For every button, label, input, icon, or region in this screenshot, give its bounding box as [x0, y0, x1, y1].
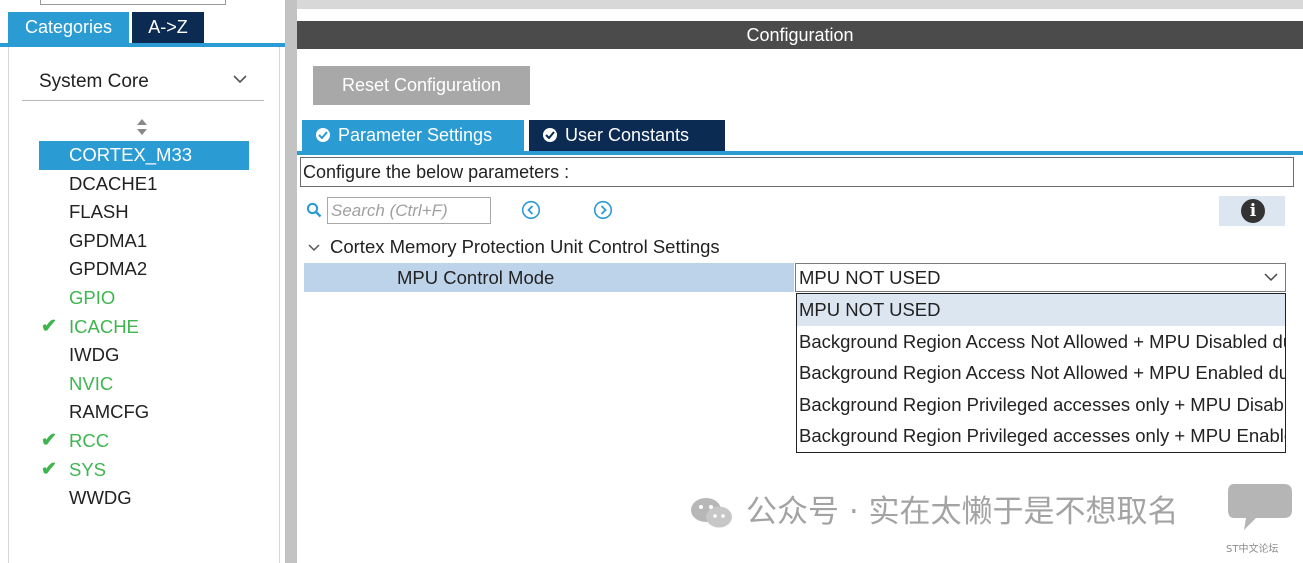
peripheral-label: CORTEX_M33 [69, 144, 193, 165]
peripheral-item[interactable]: ✔ RCC [39, 427, 249, 456]
peripheral-label: RCC [69, 429, 110, 451]
peripheral-label: GPDMA2 [69, 258, 148, 280]
peripheral-label: NVIC [69, 372, 114, 394]
peripheral-item[interactable]: DCACHE1 [39, 170, 249, 199]
chat-bubble-logo [1228, 484, 1292, 530]
peripheral-item[interactable]: CORTEX_M33 [39, 141, 249, 170]
dropdown-option[interactable]: Background Region Access Not Allowed + M… [797, 326, 1285, 358]
chevron-down-icon [1264, 273, 1278, 282]
peripheral-item[interactable]: WWDG [39, 484, 249, 513]
check-circle-icon [316, 128, 330, 143]
top-divider [297, 0, 1303, 9]
peripheral-label: RAMCFG [69, 401, 150, 423]
left-search-box[interactable] [40, 0, 226, 5]
wechat-icon [691, 498, 732, 528]
panel-splitter[interactable] [285, 0, 297, 563]
peripheral-label: FLASH [69, 201, 129, 223]
tab-categories[interactable]: Categories [8, 12, 129, 43]
mpu-control-mode-value: MPU NOT USED [799, 267, 941, 288]
section-title: Cortex Memory Protection Unit Control Se… [330, 236, 720, 257]
chevron-down-icon [232, 72, 248, 88]
forum-label: ST中文论坛 [1226, 544, 1279, 555]
checkmark-icon: ✔ [41, 458, 57, 480]
mpu-control-mode-dropdown: MPU NOT USED Background Region Access Not… [796, 293, 1286, 453]
peripheral-list: CORTEX_M33 DCACHE1 FLASH GPDMA1 GPDMA2 GPIO ✔ I… [39, 141, 249, 513]
section-header[interactable]: Cortex Memory Protection Unit Control Se… [307, 236, 720, 258]
chevron-down-icon [307, 241, 323, 256]
info-icon: i [1241, 199, 1265, 223]
dropdown-option[interactable]: MPU NOT USED [797, 294, 1285, 326]
peripheral-label: WWDG [69, 487, 132, 509]
peripheral-item[interactable]: FLASH [39, 198, 249, 227]
watermark-text: 公众号 · 实在太懒于是不想取名 [746, 494, 1179, 530]
peripheral-label: GPDMA1 [69, 229, 148, 251]
category-dropdown[interactable]: System Core [22, 66, 264, 101]
tab-a-to-z[interactable]: A->Z [132, 12, 204, 43]
peripheral-item[interactable]: NVIC [39, 370, 249, 399]
dropdown-option[interactable]: Background Region Access Not Allowed + M… [797, 357, 1285, 389]
search-icon [306, 202, 322, 218]
dropdown-option[interactable]: Background Region Privileged accesses on… [797, 389, 1285, 421]
check-circle-icon [543, 128, 557, 143]
checkmark-icon: ✔ [41, 315, 57, 337]
peripheral-label: ICACHE [69, 315, 139, 337]
tab-parameter-settings-label: Parameter Settings [338, 125, 493, 145]
peripheral-label: IWDG [69, 344, 120, 366]
peripheral-item[interactable]: ✔ ICACHE [39, 313, 249, 342]
reset-configuration-button[interactable]: Reset Configuration [313, 66, 530, 105]
tab-parameter-settings[interactable]: Parameter Settings [302, 120, 524, 151]
sort-icon[interactable] [135, 116, 149, 138]
search-input[interactable] [327, 197, 491, 224]
info-button[interactable]: i [1219, 196, 1285, 226]
dropdown-option[interactable]: Background Region Privileged accesses on… [797, 420, 1285, 452]
category-dropdown-label: System Core [39, 71, 149, 92]
tab-user-constants[interactable]: User Constants [529, 120, 725, 151]
tabs-underline [297, 151, 1303, 155]
next-arrow-icon[interactable] [593, 200, 613, 220]
checkmark-icon: ✔ [41, 429, 57, 451]
peripheral-item[interactable]: ✔ SYS [39, 456, 249, 485]
peripheral-item[interactable]: GPDMA2 [39, 255, 249, 284]
mpu-control-mode-label: MPU Control Mode [397, 267, 555, 288]
peripheral-label: SYS [69, 458, 107, 480]
configuration-header: Configuration [297, 21, 1303, 49]
peripheral-item[interactable]: IWDG [39, 341, 249, 370]
peripheral-item[interactable]: GPDMA1 [39, 227, 249, 256]
left-panel: Categories A->Z System Core CORTEX_M33 DC… [0, 0, 285, 563]
mpu-control-mode-select[interactable]: MPU NOT USED [795, 263, 1286, 292]
peripheral-item[interactable]: GPIO [39, 284, 249, 313]
parameters-description: Configure the below parameters : [300, 157, 1294, 187]
peripheral-label: DCACHE1 [69, 172, 158, 194]
previous-arrow-icon[interactable] [521, 200, 541, 220]
peripheral-item[interactable]: RAMCFG [39, 398, 249, 427]
peripheral-label: GPIO [69, 286, 116, 308]
configuration-panel: Configuration Reset Configuration Parame… [297, 0, 1303, 563]
mpu-control-mode-row[interactable]: MPU Control Mode [304, 263, 794, 292]
tab-user-constants-label: User Constants [565, 125, 690, 145]
